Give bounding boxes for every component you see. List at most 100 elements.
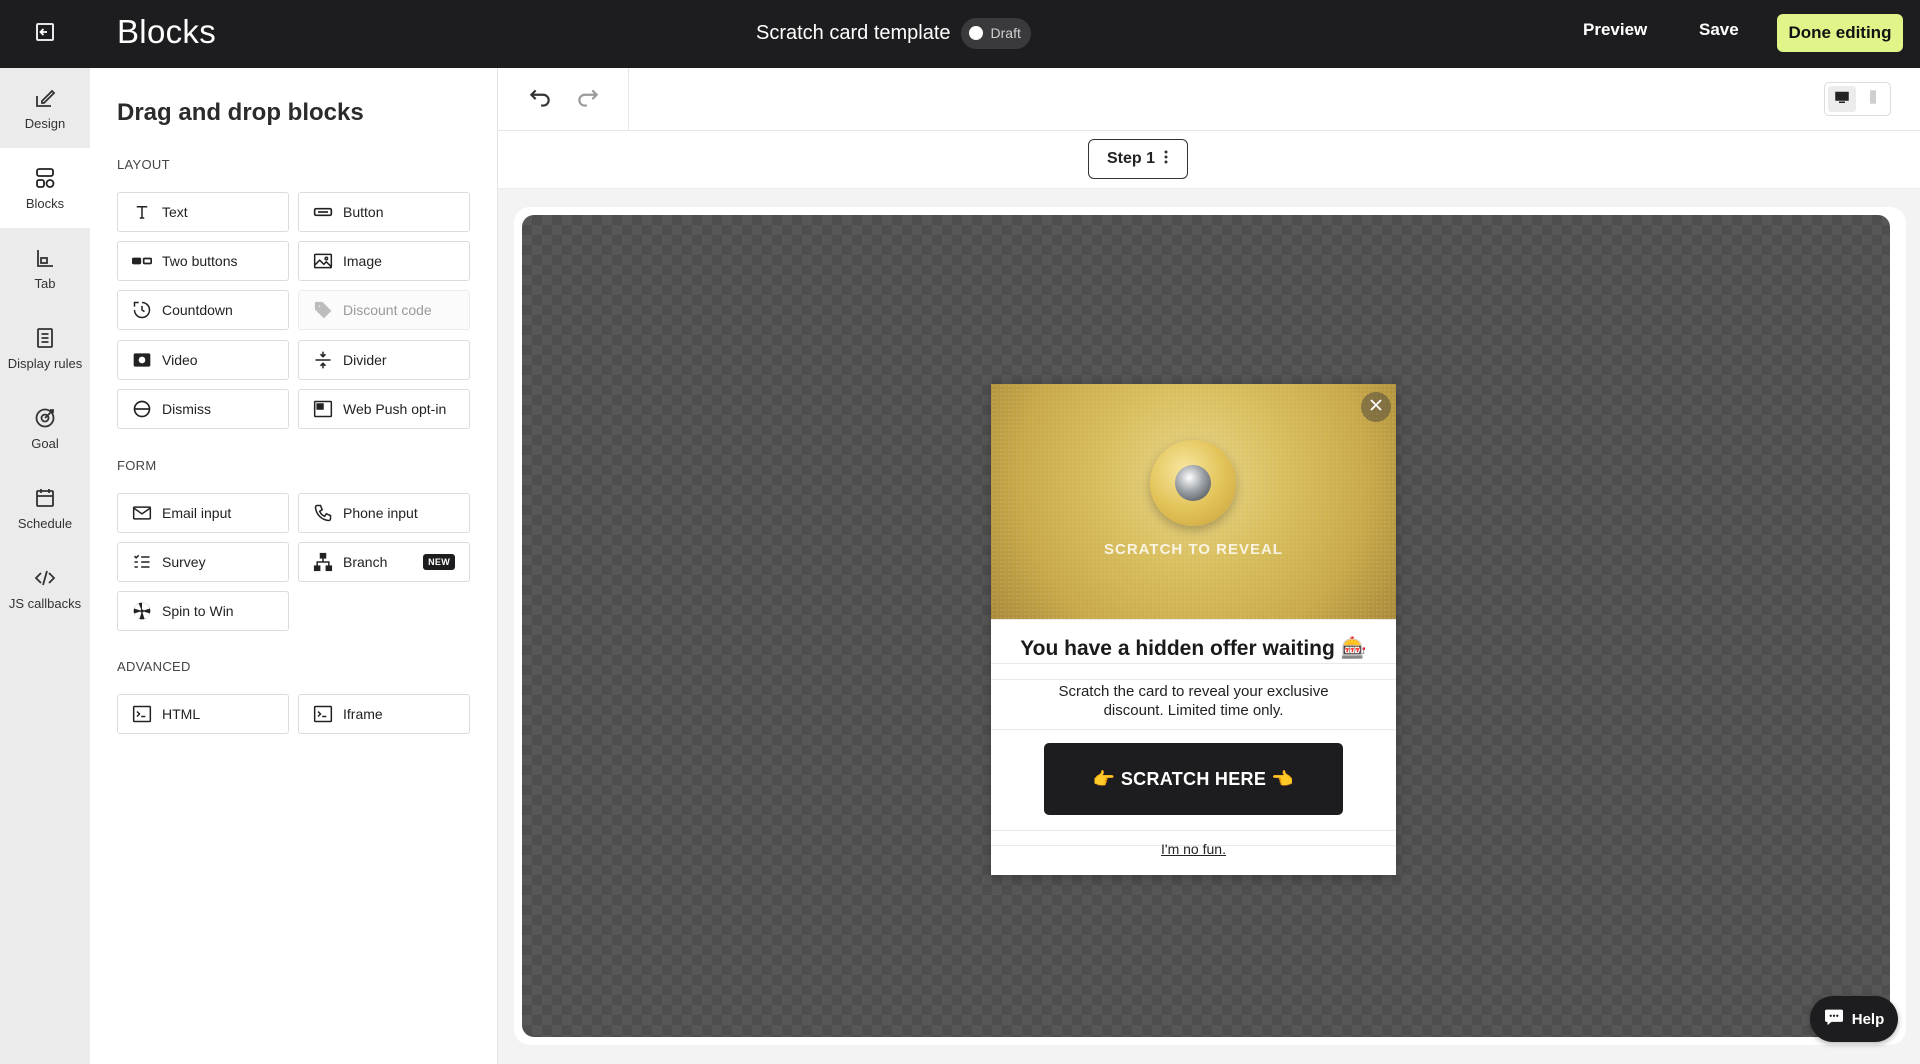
button-icon (313, 202, 333, 222)
branch-icon (313, 552, 333, 572)
block-label: Dismiss (162, 401, 211, 417)
block-label: Button (343, 204, 384, 220)
phone-icon (313, 503, 333, 523)
block-spin-to-win[interactable]: Spin to Win (117, 591, 289, 631)
step-label: Step 1 (1106, 150, 1155, 167)
sidebar-item-design[interactable]: Design (0, 68, 90, 148)
block-discount-code: Discount code (298, 290, 470, 330)
popup-subtext[interactable]: Scratch the card to reveal your exclusiv… (1036, 682, 1351, 720)
popup-body: You have a hidden offer waiting 🎰 Scratc… (991, 619, 1396, 875)
sidebar-item-label: Display rules (7, 356, 83, 371)
block-email-input[interactable]: Email input (117, 493, 289, 533)
template-name[interactable]: Scratch card template (756, 22, 951, 45)
tag-icon (313, 300, 333, 320)
dismiss-link[interactable]: I'm no fun. (991, 841, 1396, 857)
tab-icon (32, 245, 58, 271)
blocks-icon (32, 165, 58, 191)
sidebar-item-goal[interactable]: Goal (0, 388, 90, 468)
guide-line (991, 663, 1396, 664)
block-web-push[interactable]: Web Push opt-in (298, 389, 470, 429)
countdown-icon (132, 300, 152, 320)
sidebar-item-schedule[interactable]: Schedule (0, 468, 90, 548)
canvas-area: SCRATCH TO REVEAL You have a hidden offe… (498, 189, 1920, 1064)
sidebar-item-label: JS callbacks (8, 596, 82, 611)
redo-button[interactable] (574, 86, 602, 114)
video-icon (132, 350, 152, 370)
survey-icon (132, 552, 152, 572)
guide-line (991, 729, 1396, 730)
sidebar-item-tab[interactable]: Tab (0, 228, 90, 308)
block-label: Countdown (162, 302, 233, 318)
toolbar-divider (628, 68, 629, 130)
coin-image (1150, 440, 1236, 526)
guide-line (991, 619, 1396, 620)
scratch-here-button[interactable]: 👉 SCRATCH HERE 👈 (1044, 743, 1343, 815)
block-label: Spin to Win (162, 603, 234, 619)
save-button[interactable]: Save (1699, 20, 1739, 40)
code-icon (32, 565, 58, 591)
undo-button[interactable] (526, 86, 554, 114)
two-buttons-icon (132, 251, 152, 271)
desktop-view-button[interactable] (1828, 86, 1856, 112)
help-button[interactable]: Help (1810, 996, 1898, 1042)
sidebar-rail: Design Blocks Tab Display rules Goal Sch… (0, 68, 90, 1064)
block-label: Phone input (343, 505, 418, 521)
block-button[interactable]: Button (298, 192, 470, 232)
exit-button[interactable] (30, 19, 60, 49)
panel-title: Drag and drop blocks (117, 99, 364, 126)
exit-icon (33, 20, 57, 49)
block-iframe[interactable]: Iframe (298, 694, 470, 734)
popup-headline[interactable]: You have a hidden offer waiting 🎰 (991, 637, 1396, 661)
block-dismiss[interactable]: Dismiss (117, 389, 289, 429)
mobile-view-button[interactable] (1859, 86, 1887, 112)
block-divider[interactable]: Divider (298, 340, 470, 380)
block-image[interactable]: Image (298, 241, 470, 281)
email-icon (132, 503, 152, 523)
chat-icon (1824, 1008, 1844, 1030)
sidebar-item-display-rules[interactable]: Display rules (0, 308, 90, 388)
new-badge: NEW (423, 554, 455, 570)
status-badge: Draft (990, 25, 1021, 41)
step-bar: Step 1 (498, 131, 1920, 189)
design-icon (32, 85, 58, 111)
top-bar: Blocks Scratch card template Draft Previ… (0, 0, 1920, 68)
preview-button[interactable]: Preview (1583, 20, 1647, 40)
draft-toggle[interactable]: Draft (960, 17, 1031, 49)
block-label: Text (162, 204, 188, 220)
block-phone-input[interactable]: Phone input (298, 493, 470, 533)
popup-preview[interactable]: SCRATCH TO REVEAL You have a hidden offe… (991, 384, 1396, 875)
sidebar-item-js-callbacks[interactable]: JS callbacks (0, 548, 90, 628)
block-label: Two buttons (162, 253, 238, 269)
step-selector[interactable]: Step 1 (1088, 139, 1188, 179)
scratch-card-area[interactable]: SCRATCH TO REVEAL (991, 384, 1396, 619)
block-branch[interactable]: Branch NEW (298, 542, 470, 582)
block-two-buttons[interactable]: Two buttons (117, 241, 289, 281)
block-video[interactable]: Video (117, 340, 289, 380)
blocks-panel: Drag and drop blocks LAYOUT Text Button … (90, 68, 498, 1064)
done-editing-button[interactable]: Done editing (1777, 14, 1903, 52)
block-survey[interactable]: Survey (117, 542, 289, 582)
block-countdown[interactable]: Countdown (117, 290, 289, 330)
display-rules-icon (32, 325, 58, 351)
sidebar-item-label: Tab (34, 276, 56, 291)
sidebar-item-label: Goal (31, 436, 59, 451)
guide-line (991, 830, 1396, 831)
spin-wheel-icon (132, 601, 152, 621)
block-html[interactable]: HTML (117, 694, 289, 734)
editor-canvas[interactable]: SCRATCH TO REVEAL You have a hidden offe… (522, 215, 1890, 1037)
guide-line (991, 679, 1396, 680)
divider-icon (313, 350, 333, 370)
redo-icon (575, 85, 601, 116)
sidebar-item-blocks[interactable]: Blocks (0, 148, 90, 228)
goal-icon (32, 405, 58, 431)
block-label: Branch (343, 554, 388, 570)
schedule-icon (32, 485, 58, 511)
block-label: Iframe (343, 706, 383, 722)
section-label-form: FORM (117, 458, 157, 473)
scratch-to-reveal-text: SCRATCH TO REVEAL (1104, 541, 1283, 558)
popup-close-button[interactable] (1361, 392, 1391, 422)
block-label: Divider (343, 352, 387, 368)
block-text[interactable]: Text (117, 192, 289, 232)
sidebar-item-label: Schedule (17, 516, 73, 531)
toggle-knob (968, 26, 983, 40)
